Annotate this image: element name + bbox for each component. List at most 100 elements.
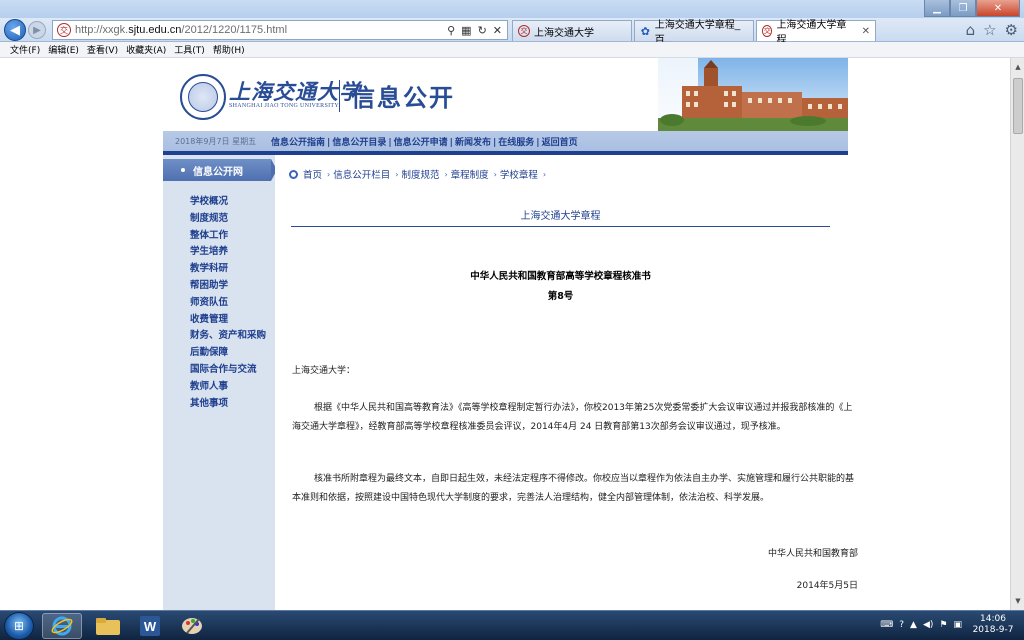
topnav-separator: | — [492, 137, 497, 148]
show-hidden-icons[interactable]: ▲ — [910, 620, 917, 630]
keyboard-icon[interactable]: ⌨ — [880, 620, 893, 630]
clock[interactable]: 14:06 2018-9-7 — [968, 614, 1018, 636]
sidebar-item-faculty[interactable]: 师资队伍 — [190, 295, 266, 312]
sidebar-item-other[interactable]: 其他事项 — [190, 396, 266, 413]
browser-tools: ⌂ ☆ ⚙ — [966, 21, 1018, 39]
sidebar-item-logistics[interactable]: 后勤保障 — [190, 345, 266, 362]
paint-taskbar-button[interactable] — [172, 613, 212, 639]
network-icon[interactable]: ▣ — [953, 620, 962, 630]
topnav-separator: | — [388, 137, 392, 148]
paint-palette-icon — [182, 618, 202, 634]
menu-help[interactable]: 帮助(H) — [213, 43, 245, 56]
sidebar-item-overall-work[interactable]: 整体工作 — [190, 228, 266, 245]
topnav-separator: | — [327, 137, 331, 148]
sidebar-item-hr[interactable]: 教师人事 — [190, 379, 266, 396]
close-window-button[interactable]: ✕ — [976, 0, 1020, 17]
university-logo-english: SHANGHAI JIAO TONG UNIVERSITY — [229, 103, 339, 109]
signature-organization: 中华人民共和国教育部 — [767, 549, 858, 559]
salutation: 上海交通大学： — [292, 366, 356, 376]
clock-date: 2018-9-7 — [972, 625, 1014, 635]
topnav-link-apply[interactable]: 信息公开申请 — [394, 138, 448, 148]
minimize-button[interactable]: ▁ — [924, 0, 950, 17]
vertical-scrollbar[interactable]: ▲ ▼ — [1010, 58, 1024, 610]
maximize-button[interactable]: ❐ — [950, 0, 976, 17]
topnav-link-home[interactable]: 返回首页 — [542, 138, 578, 148]
sidebar-item-overview[interactable]: 学校概况 — [190, 194, 266, 211]
breadcrumb-regulations[interactable]: 制度规范 — [401, 167, 439, 181]
menu-favorites[interactable]: 收藏夹(A) — [126, 43, 166, 56]
browser-tab-3[interactable]: 交 上海交通大学章程_... ✕ — [756, 20, 876, 46]
scroll-down-icon[interactable]: ▼ — [1012, 594, 1024, 608]
breadcrumb-charter-system[interactable]: 章程制度 — [451, 167, 489, 181]
topnav-link-guide[interactable]: 信息公开指南 — [271, 138, 325, 148]
chevron-right-icon: › — [493, 169, 497, 179]
baidu-paw-icon: ✿ — [640, 25, 650, 38]
campus-photo — [658, 58, 848, 131]
start-button[interactable]: ⊞ — [4, 612, 34, 640]
sidebar-item-international[interactable]: 国际合作与交流 — [190, 362, 266, 379]
chevron-right-icon: › — [444, 169, 448, 179]
site-topnav: 2018年9月7日 星期五 信息公开指南 | 信息公开目录 | 信息公开申请 | 新闻发布 |… — [163, 131, 848, 151]
sidebar-item-fees[interactable]: 收费管理 — [190, 312, 266, 329]
compat-view-icon[interactable]: ▦ — [461, 24, 471, 37]
word-taskbar-button[interactable]: W — [130, 613, 170, 639]
chevron-right-icon: › — [327, 169, 331, 179]
gear-icon[interactable]: ⚙ — [1005, 21, 1018, 39]
sidebar-item-regulations[interactable]: 制度规范 — [190, 211, 266, 228]
breadcrumb-home[interactable]: 首页 — [303, 167, 322, 181]
menu-view[interactable]: 查看(V) — [87, 43, 118, 56]
sidebar-item-finance-procurement[interactable]: 财务、资产和采购 — [190, 328, 266, 345]
menu-file[interactable]: 文件(F) — [10, 43, 40, 56]
stop-icon[interactable]: ✕ — [493, 24, 502, 37]
volume-icon[interactable]: ◀) — [923, 620, 933, 630]
main-content: 首页 › 信息公开栏目 › 制度规范 › 章程制度 › 学校章程 › 上海交通大… — [275, 155, 858, 610]
forward-button[interactable]: ▶ — [28, 21, 46, 39]
university-logo-text: 上海交通大学 — [229, 79, 361, 104]
body-paragraph: 根据《中华人民共和国高等教育法》《高等学校章程制定暂行办法》，你校2013年第2… — [292, 403, 853, 432]
breadcrumb-columns[interactable]: 信息公开栏目 — [333, 167, 390, 181]
system-tray: ⌨ ? ▲ ◀) ⚑ ▣ 14:06 2018-9-7 — [880, 614, 1018, 636]
location-icon — [289, 169, 298, 179]
scroll-thumb[interactable] — [1013, 78, 1023, 134]
folder-icon — [96, 618, 120, 635]
breadcrumb-school-charter[interactable]: 学校章程 — [500, 167, 538, 181]
window-titlebar: ▁ ❐ ✕ — [0, 0, 1024, 18]
topnav-link-services[interactable]: 在线服务 — [498, 138, 534, 148]
explorer-taskbar-button[interactable] — [88, 613, 128, 639]
browser-tab-1[interactable]: 交 上海交通大学 — [512, 20, 632, 41]
tab-close-icon[interactable]: ✕ — [862, 26, 870, 37]
back-button[interactable]: ◀ — [4, 19, 26, 41]
url-text[interactable]: http://xxgk.sjtu.edu.cn/2012/1220/1175.h… — [75, 24, 447, 36]
sidebar-item-financial-aid[interactable]: 帮困助学 — [190, 278, 266, 295]
sidebar-item-student-training[interactable]: 学生培养 — [190, 244, 266, 261]
scroll-up-icon[interactable]: ▲ — [1012, 60, 1024, 74]
url-host: sjtu.edu.cn — [128, 24, 182, 36]
bullet-icon — [181, 168, 185, 172]
site-title: 信息公开 — [351, 84, 455, 112]
chevron-right-icon: › — [542, 169, 547, 179]
breadcrumb: 首页 › 信息公开栏目 › 制度规范 › 章程制度 › 学校章程 › — [289, 167, 549, 181]
topnav-link-catalog[interactable]: 信息公开目录 — [332, 138, 386, 148]
url-prefix: http://xxgk. — [75, 24, 129, 36]
refresh-icon[interactable]: ↻ — [478, 24, 487, 37]
menu-tools[interactable]: 工具(T) — [174, 43, 205, 56]
sidebar-item-teaching-research[interactable]: 教学科研 — [190, 261, 266, 278]
topnav-link-news[interactable]: 新闻发布 — [455, 138, 491, 148]
ie-taskbar-button[interactable] — [42, 613, 82, 639]
address-tools: ⚲ ▦ ↻ ✕ — [447, 24, 502, 37]
internet-explorer-icon — [51, 616, 73, 636]
favorites-star-icon[interactable]: ☆ — [983, 21, 996, 39]
address-bar[interactable]: 交 http://xxgk.sjtu.edu.cn/2012/1220/1175… — [52, 20, 508, 40]
browser-tab-2[interactable]: ✿ 上海交通大学章程_百... — [634, 20, 754, 46]
help-icon[interactable]: ? — [899, 620, 904, 630]
signature-date: 2014年5月5日 — [796, 581, 858, 591]
body-paragraph: 核准书所附章程为最终文本，自即日起生效，未经法定程序不得修改。你校应当以章程作为… — [292, 474, 855, 503]
tab-label: 上海交通大学 — [534, 27, 594, 39]
sidebar-header[interactable]: 信息公开网 — [163, 159, 277, 181]
sidebar: 信息公开网 学校概况 制度规范 整体工作 学生培养 教学科研 帮困助学 师资队伍… — [163, 155, 277, 610]
menu-edit[interactable]: 编辑(E) — [48, 43, 79, 56]
home-icon[interactable]: ⌂ — [966, 21, 976, 39]
action-center-flag-icon[interactable]: ⚑ — [939, 620, 947, 630]
topnav-separator: | — [449, 137, 453, 148]
search-icon[interactable]: ⚲ — [447, 24, 455, 37]
